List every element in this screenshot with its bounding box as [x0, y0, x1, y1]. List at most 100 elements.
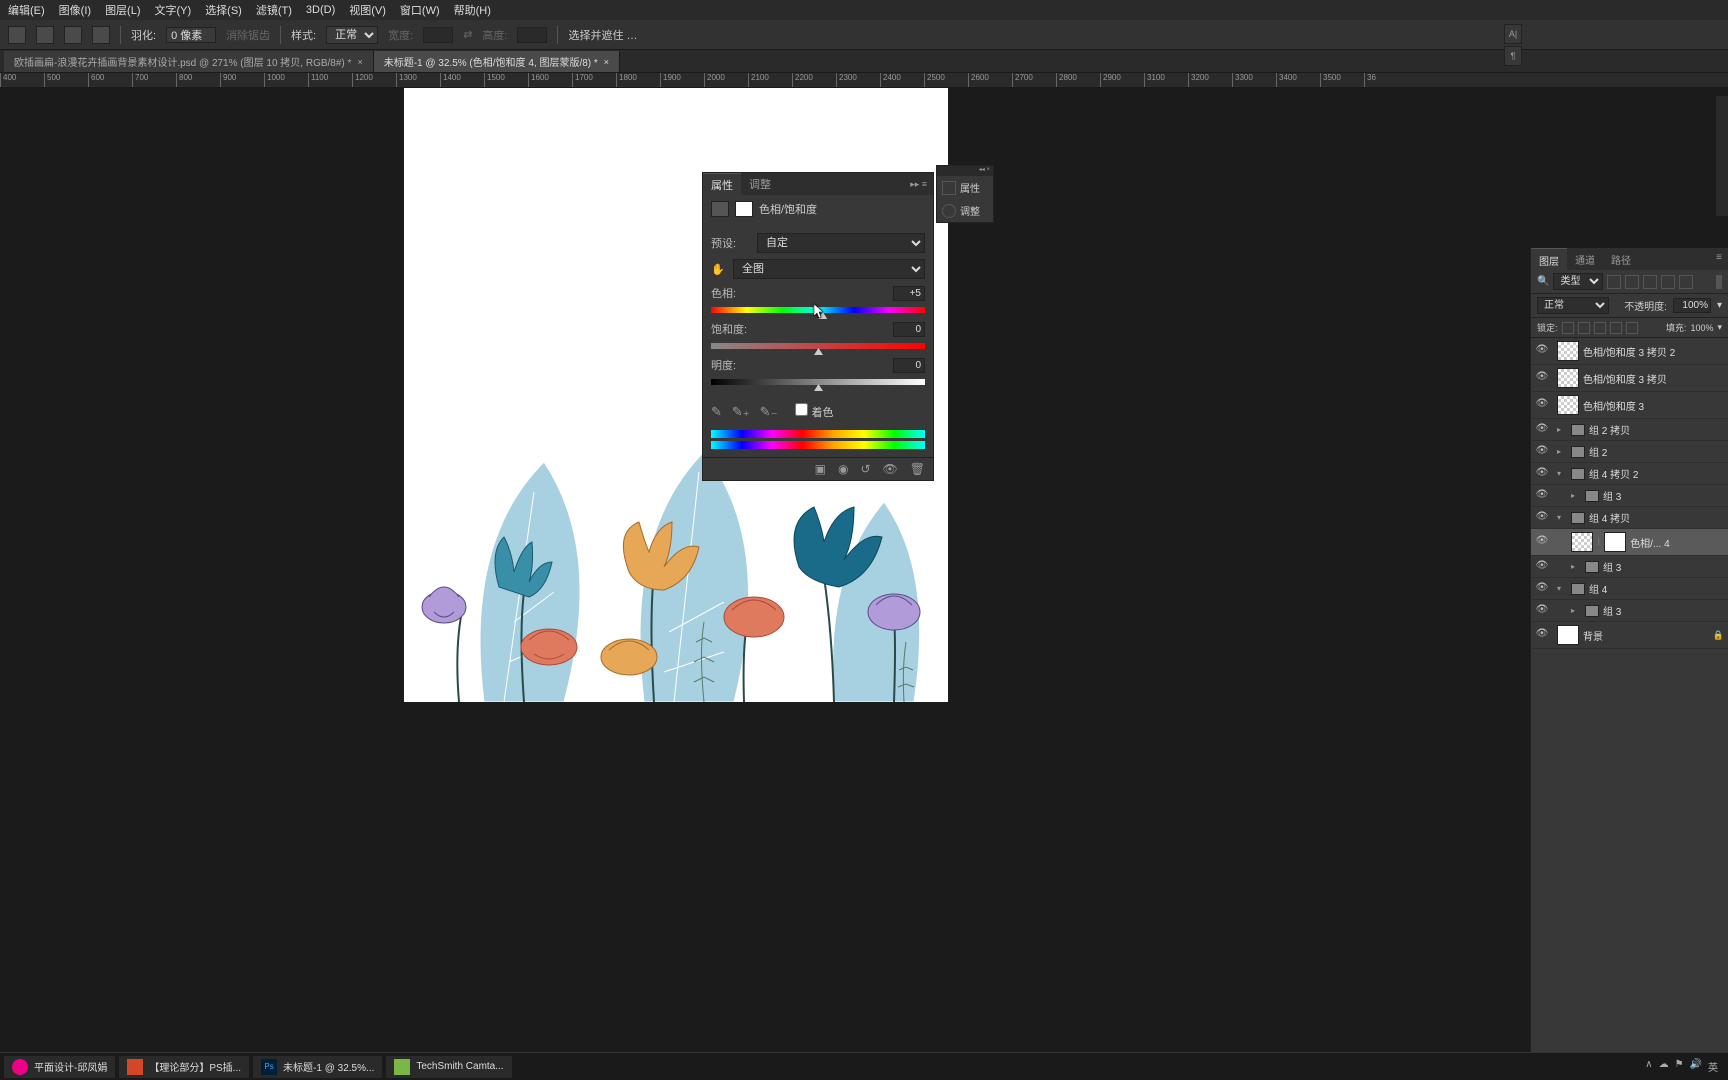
- layer-name[interactable]: 组 2 拷贝: [1589, 422, 1630, 437]
- collapse-icon[interactable]: ◂◂ ×: [979, 166, 990, 176]
- layer-name[interactable]: 色相/... 4: [1630, 535, 1669, 550]
- clip-to-layer-icon[interactable]: ▣: [815, 462, 826, 476]
- hue-value[interactable]: +5: [893, 286, 925, 301]
- layer-row[interactable]: 👁色相/饱和度 3: [1531, 392, 1728, 419]
- layer-name[interactable]: 组 4 拷贝: [1589, 510, 1630, 525]
- layer-row[interactable]: 👁▾组 4: [1531, 578, 1728, 600]
- lightness-slider[interactable]: [711, 379, 925, 385]
- tray-icon[interactable]: ☁: [1659, 1059, 1669, 1074]
- tab-layers[interactable]: 图层: [1531, 248, 1567, 270]
- close-icon[interactable]: ×: [604, 57, 609, 67]
- visibility-icon[interactable]: 👁: [1535, 344, 1549, 358]
- fill-input[interactable]: 100%: [1690, 323, 1713, 333]
- menu-item[interactable]: 滤镜(T): [256, 2, 292, 18]
- eyedropper-icon[interactable]: ✎: [711, 404, 722, 420]
- opacity-input[interactable]: 100%: [1673, 298, 1711, 313]
- menu-item[interactable]: 图像(I): [59, 2, 91, 18]
- width-input[interactable]: [423, 27, 453, 43]
- selection-new-icon[interactable]: [36, 26, 54, 44]
- menu-item[interactable]: 文字(Y): [155, 2, 192, 18]
- visibility-icon[interactable]: 👁: [1535, 582, 1549, 596]
- taskbar-item[interactable]: 平面设计-邱凤娟: [4, 1056, 115, 1078]
- hand-icon[interactable]: ✋: [711, 263, 727, 276]
- chevron-icon[interactable]: ▸: [1571, 562, 1581, 571]
- tray-icon[interactable]: 🔊: [1690, 1059, 1702, 1074]
- hue-slider[interactable]: [711, 307, 925, 313]
- toggle-visibility-icon[interactable]: 👁: [883, 462, 898, 476]
- menu-item[interactable]: 编辑(E): [8, 2, 45, 18]
- layer-name[interactable]: 色相/饱和度 3 拷贝 2: [1583, 344, 1675, 359]
- lock-trans-icon[interactable]: [1562, 322, 1574, 334]
- preset-select[interactable]: 自定: [757, 233, 925, 253]
- style-select[interactable]: 正常: [326, 26, 378, 44]
- visibility-icon[interactable]: 👁: [1535, 535, 1549, 549]
- tab-properties[interactable]: 属性: [703, 173, 741, 196]
- layer-name[interactable]: 组 3: [1603, 488, 1621, 503]
- tray-icon[interactable]: ∧: [1645, 1059, 1652, 1074]
- paragraph-panel-icon[interactable]: ¶: [1504, 46, 1522, 66]
- layer-row[interactable]: 👁▸组 3: [1531, 600, 1728, 622]
- chevron-down-icon[interactable]: ▾: [1717, 322, 1722, 333]
- selection-add-icon[interactable]: [64, 26, 82, 44]
- taskbar-item[interactable]: TechSmith Camta...: [386, 1056, 511, 1078]
- collapse-icon[interactable]: ▸▸ ≡: [904, 179, 933, 190]
- filter-type-icon[interactable]: [1643, 275, 1657, 289]
- blend-mode-select[interactable]: 正常: [1537, 297, 1609, 314]
- menu-item[interactable]: 选择(S): [205, 2, 242, 18]
- filter-pixel-icon[interactable]: [1607, 275, 1621, 289]
- layer-name[interactable]: 组 4 拷贝 2: [1589, 466, 1638, 481]
- lock-pixel-icon[interactable]: [1578, 322, 1590, 334]
- filter-shape-icon[interactable]: [1661, 275, 1675, 289]
- layer-row[interactable]: 👁 色相/饱和度 3 拷贝: [1531, 365, 1728, 392]
- selection-sub-icon[interactable]: [92, 26, 110, 44]
- lock-artboard-icon[interactable]: [1610, 322, 1622, 334]
- menu-item[interactable]: 3D(D): [306, 4, 335, 16]
- chevron-icon[interactable]: ▸: [1557, 447, 1567, 456]
- scope-select[interactable]: 全图: [733, 259, 925, 279]
- character-panel-icon[interactable]: A|: [1504, 24, 1522, 44]
- visibility-icon[interactable]: 👁: [1535, 560, 1549, 574]
- eyedropper-sub-icon[interactable]: ✎₋: [760, 404, 778, 420]
- taskbar-item[interactable]: 【理论部分】PS插...: [119, 1056, 249, 1078]
- layer-row[interactable]: 👁▸组 2 拷贝: [1531, 419, 1728, 441]
- feather-input[interactable]: [166, 27, 216, 43]
- tray-icon[interactable]: ⚑: [1675, 1059, 1684, 1074]
- visibility-icon[interactable]: 👁: [1535, 445, 1549, 459]
- taskbar-item[interactable]: Ps未标题-1 @ 32.5%...: [253, 1056, 382, 1078]
- saturation-value[interactable]: 0: [893, 322, 925, 337]
- height-input[interactable]: [517, 27, 547, 43]
- search-icon[interactable]: 🔍: [1537, 276, 1549, 287]
- layer-row[interactable]: 👁▾组 4 拷贝 2: [1531, 463, 1728, 485]
- panel-menu-icon[interactable]: ≡: [1710, 248, 1728, 270]
- menu-item[interactable]: 帮助(H): [454, 2, 491, 18]
- layer-row[interactable]: 👁▸组 2: [1531, 441, 1728, 463]
- trash-icon[interactable]: 🗑: [910, 462, 925, 476]
- filter-select[interactable]: 类型: [1553, 273, 1603, 290]
- chevron-down-icon[interactable]: ▾: [1717, 300, 1722, 311]
- lock-all-icon[interactable]: [1626, 322, 1638, 334]
- saturation-slider[interactable]: [711, 343, 925, 349]
- tab-properties-collapsed[interactable]: 属性: [937, 176, 993, 199]
- visibility-icon[interactable]: 👁: [1535, 371, 1549, 385]
- chevron-icon[interactable]: ▾: [1557, 513, 1567, 522]
- visibility-icon[interactable]: 👁: [1535, 628, 1549, 642]
- doc-tab-active[interactable]: 未标题-1 @ 32.5% (色相/饱和度 4, 图层蒙版/8) *×: [374, 51, 620, 72]
- lightness-value[interactable]: 0: [893, 358, 925, 373]
- layer-row[interactable]: 👁 色相/饱和度 3 拷贝 2: [1531, 338, 1728, 365]
- tab-adjustments-collapsed[interactable]: 调整: [937, 199, 993, 222]
- menu-item[interactable]: 图层(L): [105, 2, 140, 18]
- layer-name[interactable]: 色相/饱和度 3: [1583, 398, 1644, 413]
- doc-tab[interactable]: 欧插画扁-浪漫花卉插画背景素材设计.psd @ 271% (图层 10 拷贝, …: [4, 51, 374, 72]
- layer-name[interactable]: 色相/饱和度 3 拷贝: [1583, 371, 1667, 386]
- tab-paths[interactable]: 路径: [1603, 248, 1639, 270]
- reset-icon[interactable]: ↺: [860, 462, 870, 476]
- layer-row[interactable]: 👁背景🔒: [1531, 622, 1728, 649]
- chevron-icon[interactable]: ▸: [1557, 425, 1567, 434]
- tray-ime[interactable]: 英: [1708, 1059, 1718, 1074]
- layer-name[interactable]: 背景: [1583, 628, 1603, 643]
- tab-adjustments[interactable]: 调整: [741, 173, 779, 195]
- marquee-icon[interactable]: [8, 26, 26, 44]
- chevron-icon[interactable]: ▸: [1571, 606, 1581, 615]
- close-icon[interactable]: ×: [357, 57, 362, 67]
- chevron-icon[interactable]: ▾: [1557, 469, 1567, 478]
